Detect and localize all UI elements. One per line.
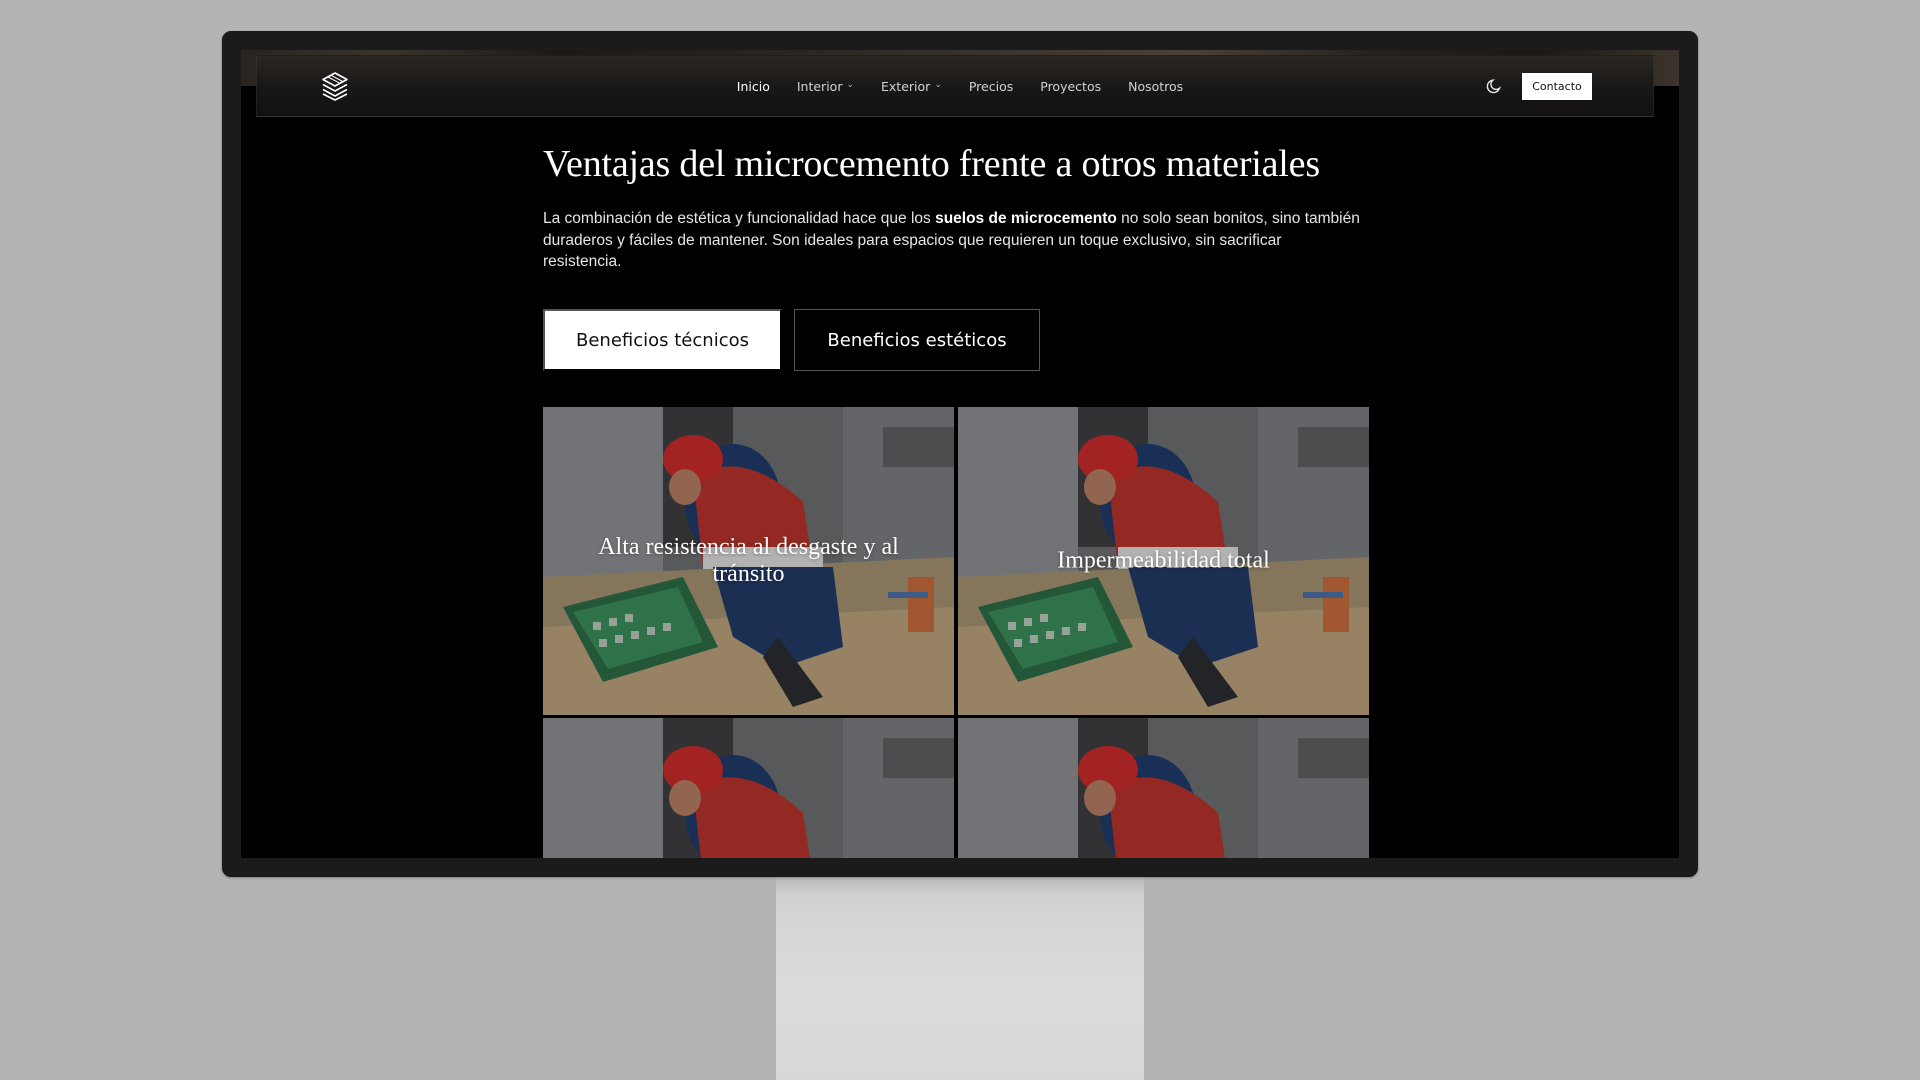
page-title: Ventajas del microcemento frente a otros… [543, 143, 1320, 185]
intro-text-start: La combinación de estética y funcionalid… [543, 210, 936, 227]
nav-item-proyectos[interactable]: Proyectos [1040, 79, 1101, 94]
nav-item-precios[interactable]: Precios [969, 79, 1013, 94]
benefit-card[interactable]: Alta resistencia al desgaste y al tránsi… [543, 407, 954, 715]
navbar: Inicio Interior ⌄ Exterior ⌄ Precios Pro… [256, 55, 1654, 117]
nav-item-label: Precios [968, 78, 1014, 94]
tab-beneficios-tecnicos[interactable]: Beneficios técnicos [543, 309, 782, 371]
nav-item-nosotros[interactable]: Nosotros [1128, 79, 1183, 94]
intro-highlight: suelos de microcemento [935, 210, 1117, 227]
benefit-card[interactable] [958, 718, 1369, 858]
monitor-stand [776, 870, 1144, 1080]
benefit-tabs: Beneficios técnicos Beneficios estéticos [543, 309, 1040, 371]
benefit-card[interactable] [543, 718, 954, 858]
card-title: Alta resistencia al desgaste y al tránsi… [598, 534, 899, 587]
nav-item-interior[interactable]: Interior ⌄ [797, 79, 854, 94]
monitor-screen: Inicio Interior ⌄ Exterior ⌄ Precios Pro… [241, 50, 1679, 858]
nav-item-label: Inicio [736, 78, 770, 94]
nav-item-label: Interior [796, 78, 843, 94]
contact-button[interactable]: Contacto [1522, 73, 1592, 100]
nav-item-label: Nosotros [1128, 78, 1184, 94]
chevron-down-icon: ⌄ [934, 80, 942, 90]
nav-item-label: Exterior [881, 78, 931, 94]
card-title: Impermeabilidad total [1057, 547, 1270, 574]
card-overlay [543, 718, 954, 858]
moon-icon[interactable] [1485, 77, 1503, 95]
nav-item-label: Proyectos [1040, 78, 1102, 94]
chevron-down-icon: ⌄ [846, 80, 855, 90]
benefit-cards-grid: Alta resistencia al desgaste y al tránsi… [543, 407, 1369, 858]
nav-links: Inicio Interior ⌄ Exterior ⌄ Precios Pro… [257, 56, 1653, 116]
nav-item-inicio[interactable]: Inicio [737, 79, 770, 94]
tab-beneficios-esteticos[interactable]: Beneficios estéticos [794, 309, 1040, 371]
benefit-card[interactable]: Impermeabilidad total [958, 407, 1369, 715]
nav-item-exterior[interactable]: Exterior ⌄ [881, 79, 942, 94]
card-overlay [958, 718, 1369, 858]
intro-paragraph: La combinación de estética y funcionalid… [543, 208, 1363, 273]
